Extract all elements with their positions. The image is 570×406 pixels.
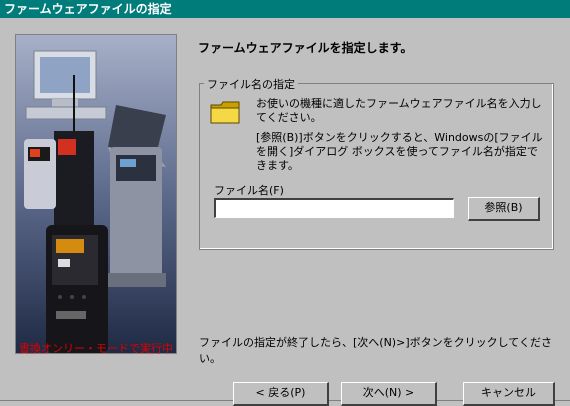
back-button[interactable]: < 戻る(P): [233, 382, 329, 406]
filename-groupbox: ファイル名の指定 お使いの機種に適したファームウェアファイル名を入力してください…: [199, 76, 554, 250]
folder-icon: [210, 101, 240, 124]
filename-label: ファイル名(F): [214, 184, 284, 197]
window-title: ファームウェアファイルの指定: [4, 2, 172, 16]
browse-button[interactable]: 参照(B): [468, 197, 540, 221]
groupbox-legend: ファイル名の指定: [204, 76, 298, 92]
product-image: [16, 35, 176, 353]
cancel-button[interactable]: キャンセル: [463, 382, 555, 406]
browse-instruction-text: [参照(B)]ボタンをクリックすると、Windowsの[ファイルを開く]ダイアロ…: [256, 131, 543, 172]
mode-status-text: 書換オンリー・モードで実行中: [19, 342, 173, 355]
title-bar: ファームウェアファイルの指定: [0, 0, 570, 18]
next-button[interactable]: 次へ(N) >: [341, 382, 437, 406]
instruction-text: お使いの機種に適したファームウェアファイル名を入力してください。: [256, 97, 542, 124]
next-instruction-text: ファイルの指定が終了したら、[次へ(N)>]ボタンをクリックしてください。: [199, 336, 552, 365]
dialog-body: 書換オンリー・モードで実行中 ファームウェアファイルを指定します。 ファイル名の…: [0, 18, 570, 406]
page-heading: ファームウェアファイルを指定します。: [198, 41, 413, 55]
product-image-panel: [15, 34, 177, 354]
filename-input[interactable]: [214, 198, 454, 218]
